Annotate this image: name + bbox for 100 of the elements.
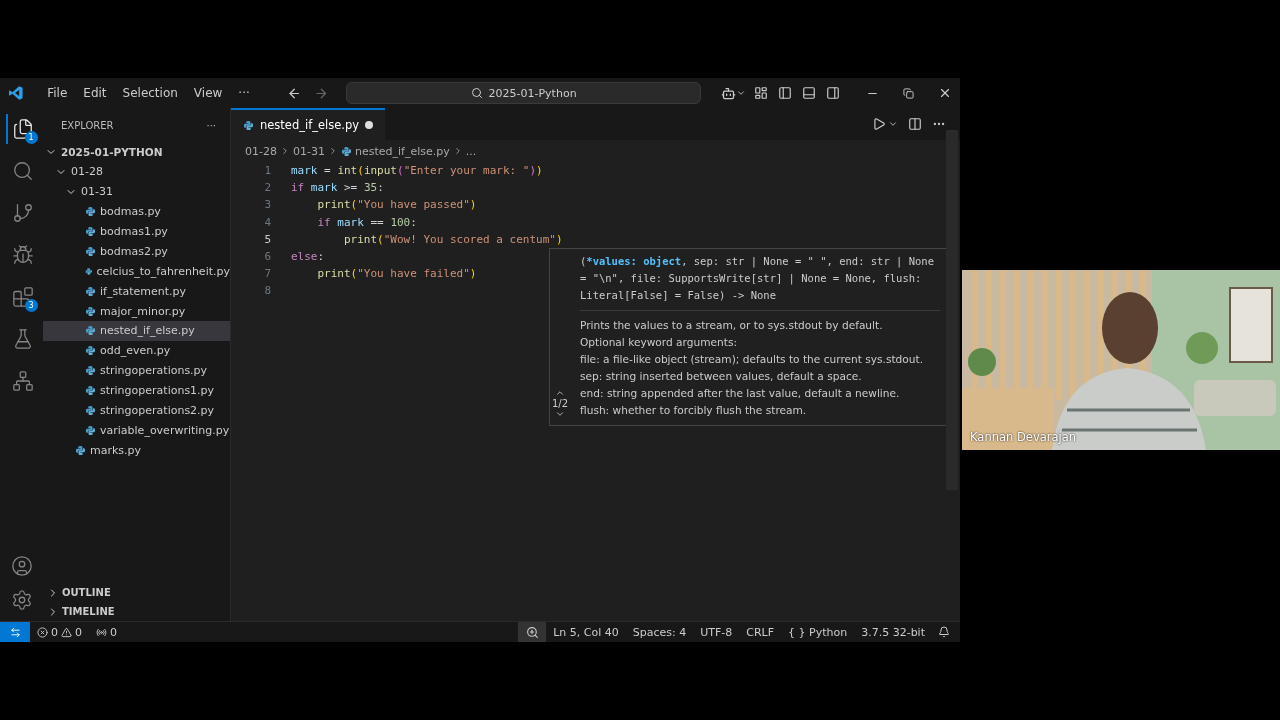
- explorer-entry[interactable]: bodmas2.py: [43, 241, 230, 262]
- layout-icon[interactable]: [754, 86, 768, 100]
- code-line: else:: [291, 250, 325, 264]
- activity-button[interactable]: 1: [5, 114, 38, 144]
- explorer-entry[interactable]: stringoperations2.py: [43, 400, 230, 421]
- explorer-folder[interactable]: 01-31: [43, 181, 230, 202]
- section-header[interactable]: OUTLINE: [43, 583, 230, 602]
- status-item[interactable]: CRLF: [739, 625, 782, 639]
- explorer-entry[interactable]: celcius_to_fahrenheit.py: [43, 261, 230, 282]
- explorer-entry[interactable]: bodmas1.py: [43, 221, 230, 242]
- line-number: 3: [263, 198, 272, 212]
- explorer-entry[interactable]: variable_overwriting.py: [43, 420, 230, 441]
- explorer-folder[interactable]: 01-28: [43, 161, 230, 182]
- warning-count[interactable]: 0: [75, 625, 82, 639]
- breadcrumb-item[interactable]: nested_if_else.py: [354, 144, 450, 158]
- code-line: print("You have passed"): [316, 198, 477, 212]
- explorer-entry[interactable]: stringoperations1.py: [43, 380, 230, 401]
- code-line: if mark == 100:: [316, 215, 417, 229]
- doc-text: Prints the values to a stream, or to sys.stdout by default.: [580, 318, 884, 333]
- ports-icon[interactable]: [96, 626, 107, 638]
- count-badge: 3: [24, 299, 38, 312]
- explorer-entry[interactable]: odd_even.py: [43, 340, 230, 361]
- python-file-icon: [85, 206, 96, 218]
- code-line: print("Wow! You scored a centum"): [342, 232, 563, 246]
- status-item[interactable]: Spaces: 4: [625, 625, 694, 639]
- robot-icon[interactable]: [721, 85, 736, 101]
- menu-item[interactable]: View: [187, 84, 229, 102]
- warning-icon[interactable]: [61, 626, 72, 638]
- line-number: 5: [263, 232, 272, 246]
- doc-text: sep: string inserted between values, default a space.: [580, 369, 863, 384]
- doc-text: end: string appended after the last value, default a newline.: [580, 386, 901, 401]
- app-logo-icon[interactable]: [8, 85, 24, 101]
- breadcrumb-item[interactable]: 01-28: [245, 144, 277, 158]
- split-editor-icon[interactable]: [908, 117, 922, 131]
- line-number: 6: [263, 250, 272, 264]
- status-item[interactable]: UTF-8: [693, 625, 740, 639]
- line-number: 2: [263, 181, 272, 195]
- signature-text: (*values: object, sep: str | None = " ", end: str | None = "\n", file: SupportsWrite[str] | None = None, flush: Literal[False] = False) -> None: [580, 253, 940, 311]
- more-menu[interactable]: ···: [232, 84, 256, 102]
- activity-button[interactable]: 3: [5, 282, 38, 312]
- code-line: print("You have failed"): [316, 267, 477, 281]
- python-file-icon: [75, 444, 86, 456]
- run-icon[interactable]: [872, 117, 886, 131]
- unsaved-dot: [365, 121, 374, 129]
- debug-icon: [11, 244, 34, 266]
- zoom-button[interactable]: [518, 622, 547, 642]
- account-icon[interactable]: [10, 555, 33, 577]
- explorer-entry[interactable]: bodmas.py: [43, 201, 230, 222]
- python-file-icon: [85, 345, 96, 357]
- python-file-icon: [85, 405, 96, 416]
- close-icon[interactable]: [938, 86, 952, 100]
- menu-item[interactable]: Edit: [77, 84, 113, 102]
- chevron-down-icon[interactable]: [888, 119, 898, 129]
- error-icon[interactable]: [37, 626, 48, 638]
- search-icon: [470, 87, 483, 99]
- panel-right-icon[interactable]: [826, 86, 840, 100]
- status-item[interactable]: Ln 5, Col 40: [546, 625, 626, 639]
- bell-icon[interactable]: [938, 626, 950, 638]
- explorer-entry[interactable]: marks.py: [43, 440, 230, 461]
- settings-icon[interactable]: [10, 589, 33, 611]
- line-number: 7: [263, 267, 272, 281]
- chevron-down-icon[interactable]: [555, 409, 566, 419]
- chevron-down-icon[interactable]: [736, 88, 746, 98]
- git-icon: [11, 202, 34, 224]
- explorer-entry[interactable]: major_minor.py: [43, 301, 230, 321]
- editor-tab[interactable]: nested_if_else.py: [231, 108, 386, 140]
- scrollbar[interactable]: [946, 130, 958, 490]
- ports-count[interactable]: 0: [110, 625, 117, 639]
- search-field[interactable]: 2025-01-Python: [346, 82, 701, 104]
- count-badge: 1: [24, 131, 38, 144]
- doc-text: flush: whether to forcibly flush the stream.: [580, 403, 808, 418]
- menu-item[interactable]: File: [41, 84, 74, 102]
- code-line: if mark >= 35:: [291, 181, 384, 195]
- breadcrumb-item[interactable]: 01-31: [292, 144, 325, 158]
- python-file-icon: [85, 265, 93, 277]
- restore-icon[interactable]: [903, 87, 914, 99]
- menu-item[interactable]: Selection: [116, 84, 184, 102]
- panel-left-icon[interactable]: [778, 86, 792, 100]
- python-file-icon: [85, 226, 96, 237]
- panel-title: EXPLORER: [61, 119, 114, 131]
- explorer-entry[interactable]: if_statement.py: [43, 281, 230, 302]
- overload-counter: 1/2: [552, 398, 569, 409]
- chevron-up-icon[interactable]: [555, 388, 566, 398]
- error-count[interactable]: 0: [51, 625, 58, 639]
- search-icon: [11, 160, 34, 182]
- explorer-entry[interactable]: stringoperations.py: [43, 360, 230, 381]
- explorer-folder[interactable]: 2025-01-PYTHON: [43, 142, 230, 162]
- explorer-entry[interactable]: nested_if_else.py: [43, 321, 230, 341]
- breadcrumb-item[interactable]: ...: [465, 144, 477, 158]
- status-item[interactable]: { } Python: [781, 625, 855, 639]
- python-file-icon: [85, 424, 96, 436]
- python-file-icon: [340, 145, 352, 157]
- python-file-icon: [85, 325, 96, 337]
- python-file-icon: [85, 285, 96, 297]
- section-header[interactable]: TIMELINE: [43, 602, 230, 621]
- line-number: 4: [263, 215, 272, 229]
- remote-button[interactable]: [0, 622, 30, 642]
- status-item[interactable]: 3.7.5 32-bit: [854, 625, 932, 639]
- more-button[interactable]: ···: [206, 119, 216, 131]
- panel-bottom-icon[interactable]: [802, 86, 816, 100]
